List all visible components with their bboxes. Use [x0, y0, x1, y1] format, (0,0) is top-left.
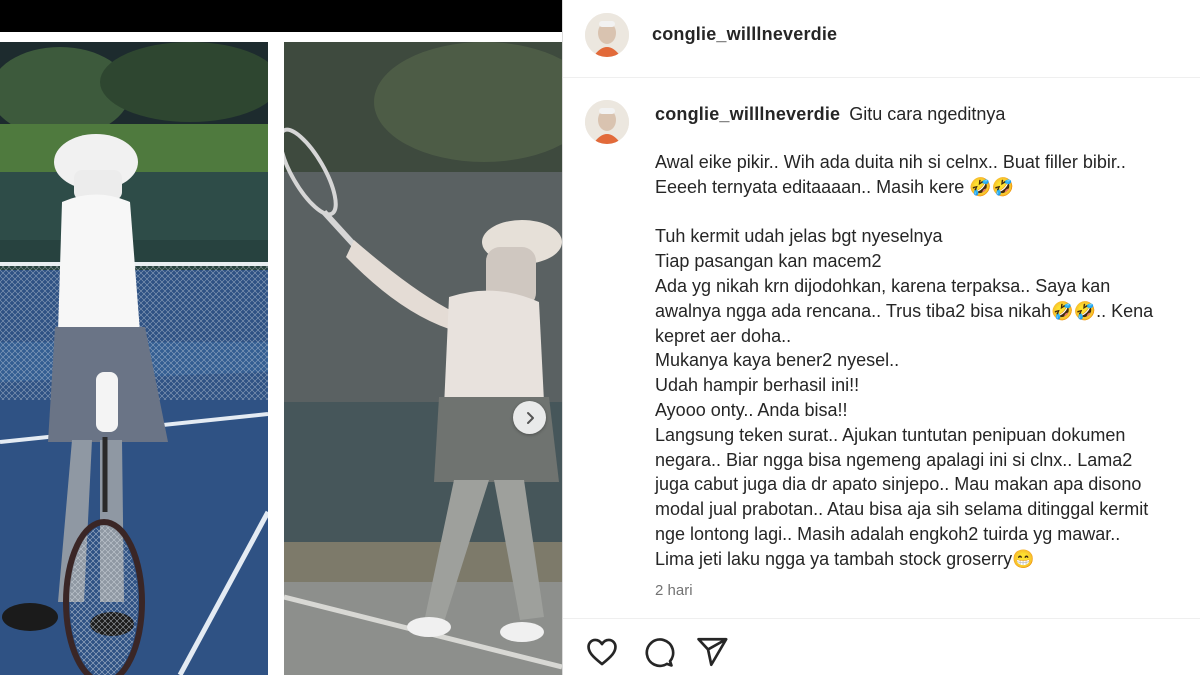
- post-timestamp[interactable]: 2 hari: [655, 582, 693, 599]
- paper-plane-icon: [697, 637, 728, 667]
- caption-avatar[interactable]: [585, 100, 629, 144]
- media-top-bar: [0, 0, 562, 32]
- post-caption: conglie_willlneverdie Gitu cara ngeditny…: [563, 78, 1200, 618]
- comment-button[interactable]: [641, 635, 675, 669]
- carousel-next-button[interactable]: [513, 401, 546, 434]
- post-actions: [563, 618, 1200, 675]
- caption-headline-row: conglie_willlneverdie Gitu cara ngeditny…: [655, 104, 1005, 125]
- share-button[interactable]: [695, 635, 729, 669]
- heart-icon: [587, 638, 617, 666]
- caption-headline: Gitu cara ngeditnya: [849, 104, 1006, 124]
- speech-bubble-icon: [645, 638, 675, 668]
- author-avatar[interactable]: [585, 13, 629, 57]
- post-photo-left: [0, 42, 268, 675]
- post-header: conglie_willlneverdie: [563, 0, 1200, 78]
- post-media: [0, 0, 562, 675]
- caption-username[interactable]: conglie_willlneverdie: [655, 104, 840, 124]
- author-username[interactable]: conglie_willlneverdie: [652, 24, 837, 45]
- post-photo-right: [284, 42, 562, 675]
- chevron-right-icon: [526, 411, 534, 424]
- caption-body: Awal eike pikir.. Wih ada duita nih si c…: [655, 152, 1154, 569]
- like-button[interactable]: [585, 635, 619, 669]
- post-panel: conglie_willlneverdie conglie_willlnever…: [562, 0, 1200, 675]
